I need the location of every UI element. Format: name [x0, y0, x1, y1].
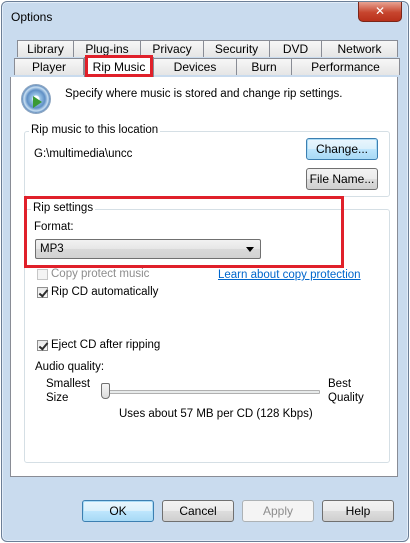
panel-description: Specify where music is stored and change…: [65, 88, 343, 100]
slider-max-label-top: Best: [328, 378, 352, 390]
slider-max-label-bottom: Quality: [328, 392, 364, 404]
rip-cd-automatically-checkbox[interactable]: [37, 287, 48, 298]
location-group-label: Rip music to this location: [29, 124, 161, 136]
copy-protect-checkbox[interactable]: [37, 269, 48, 280]
rip-settings-group-label: Rip settings: [31, 202, 96, 214]
eject-cd-label: Eject CD after ripping: [51, 339, 161, 351]
tab-privacy[interactable]: Privacy: [140, 40, 204, 57]
tab-dvd[interactable]: DVD: [269, 40, 322, 57]
tab-network[interactable]: Network: [321, 40, 398, 57]
rip-arrow-icon: [33, 96, 42, 108]
format-select[interactable]: MP3: [35, 239, 261, 259]
tab-devices[interactable]: Devices: [153, 58, 237, 75]
slider-min-label-bottom: Size: [46, 392, 69, 404]
window-title: Options: [11, 10, 53, 24]
audio-quality-slider-thumb[interactable]: [101, 383, 110, 399]
quality-usage-text: Uses about 57 MB per CD (128 Kbps): [119, 408, 313, 420]
audio-quality-slider-track[interactable]: [104, 390, 320, 394]
tab-library[interactable]: Library: [17, 40, 74, 57]
apply-button[interactable]: Apply: [242, 500, 314, 522]
file-name-button[interactable]: File Name...: [306, 168, 378, 190]
tab-rip-music[interactable]: Rip Music: [84, 57, 154, 77]
change-location-button[interactable]: Change...: [306, 138, 378, 160]
tab-security[interactable]: Security: [203, 40, 270, 57]
copy-protect-label: Copy protect music: [51, 268, 150, 280]
eject-cd-checkbox[interactable]: [37, 340, 48, 351]
audio-quality-label: Audio quality:: [35, 361, 105, 373]
tab-plug-ins[interactable]: Plug-ins: [73, 40, 141, 57]
ok-button[interactable]: OK: [82, 500, 154, 522]
learn-copy-protection-link[interactable]: Learn about copy protection: [218, 269, 361, 281]
format-label: Format:: [34, 221, 74, 233]
close-icon: ✕: [374, 4, 386, 18]
tab-player[interactable]: Player: [14, 58, 84, 75]
chevron-down-icon: [246, 247, 254, 252]
tab-burn[interactable]: Burn: [236, 58, 292, 75]
format-select-value: MP3: [40, 243, 64, 255]
title-bar[interactable]: Options ✕: [2, 2, 408, 30]
cancel-button[interactable]: Cancel: [162, 500, 234, 522]
slider-min-label-top: Smallest: [46, 378, 91, 390]
help-button[interactable]: Help: [322, 500, 394, 522]
rip-location-path: G:\multimedia\uncc: [34, 148, 133, 160]
tab-performance[interactable]: Performance: [291, 58, 400, 75]
close-button[interactable]: ✕: [358, 2, 402, 22]
rip-cd-automatically-label: Rip CD automatically: [51, 286, 159, 298]
